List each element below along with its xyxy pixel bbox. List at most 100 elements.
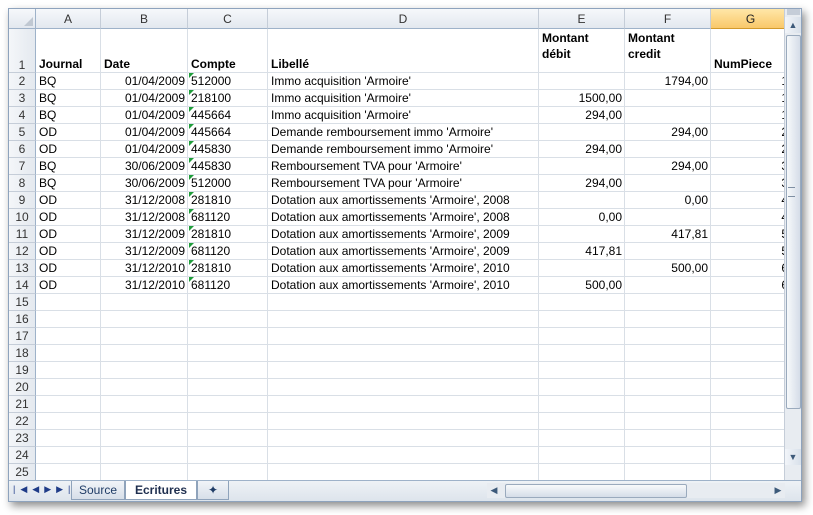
- cell-journal[interactable]: OD: [36, 141, 101, 158]
- cell-journal[interactable]: OD: [36, 124, 101, 141]
- row-header[interactable]: 3: [9, 90, 36, 107]
- cell-credit[interactable]: 294,00: [625, 124, 711, 141]
- header-cell-debit[interactable]: Montant débit: [539, 29, 625, 73]
- column-header-f[interactable]: F: [625, 9, 711, 29]
- column-header-b[interactable]: B: [101, 9, 188, 29]
- number-as-text-indicator[interactable]: [189, 141, 194, 146]
- cell-compte[interactable]: 681120: [188, 277, 268, 294]
- row-header[interactable]: 25: [9, 464, 36, 481]
- cell-compte[interactable]: 445664: [188, 107, 268, 124]
- cell-date[interactable]: 31/12/2008: [101, 209, 188, 226]
- cell-debit[interactable]: [539, 73, 625, 90]
- cell-numpiece[interactable]: 5: [711, 226, 785, 243]
- row-header[interactable]: 10: [9, 209, 36, 226]
- row-header[interactable]: 16: [9, 311, 36, 328]
- header-cell-libelle[interactable]: Libellé: [268, 29, 539, 73]
- cell-numpiece[interactable]: 5: [711, 243, 785, 260]
- row-header[interactable]: 11: [9, 226, 36, 243]
- row-header[interactable]: 5: [9, 124, 36, 141]
- row-header[interactable]: 21: [9, 396, 36, 413]
- insert-sheet-icon[interactable]: ✦: [197, 481, 229, 500]
- cell-libelle[interactable]: Dotation aux amortissements 'Armoire', 2…: [268, 277, 539, 294]
- cell-credit[interactable]: 417,81: [625, 226, 711, 243]
- cell-date[interactable]: 01/04/2009: [101, 141, 188, 158]
- cell-debit[interactable]: 0,00: [539, 209, 625, 226]
- cell-compte[interactable]: 281810: [188, 260, 268, 277]
- header-cell-compte[interactable]: Compte: [188, 29, 268, 73]
- column-header-g[interactable]: G: [711, 9, 785, 29]
- horizontal-scrollbar[interactable]: ◀ ▶: [487, 483, 785, 498]
- cell-numpiece[interactable]: 6: [711, 277, 785, 294]
- cell-debit[interactable]: 294,00: [539, 141, 625, 158]
- number-as-text-indicator[interactable]: [189, 175, 194, 180]
- cell-numpiece[interactable]: 1: [711, 73, 785, 90]
- worksheet-grid[interactable]: A B C D E F G 1 2 3 4 5 6 7 8 9 10 11 12 13 14 15 16 17 18 19 20 21…: [9, 9, 785, 481]
- cell-numpiece[interactable]: 2: [711, 141, 785, 158]
- split-handle[interactable]: [787, 9, 800, 15]
- row-header[interactable]: 17: [9, 328, 36, 345]
- number-as-text-indicator[interactable]: [189, 243, 194, 248]
- cell-compte[interactable]: 281810: [188, 192, 268, 209]
- scroll-right-icon[interactable]: ▶: [771, 483, 785, 498]
- prev-sheet-icon[interactable]: ◀: [32, 484, 44, 494]
- cell-numpiece[interactable]: 1: [711, 107, 785, 124]
- row-header[interactable]: 12: [9, 243, 36, 260]
- row-header[interactable]: 14: [9, 277, 36, 294]
- cell-date[interactable]: 01/04/2009: [101, 73, 188, 90]
- column-header-e[interactable]: E: [539, 9, 625, 29]
- number-as-text-indicator[interactable]: [189, 73, 194, 78]
- cell-credit[interactable]: 1794,00: [625, 73, 711, 90]
- cell-date[interactable]: 31/12/2010: [101, 260, 188, 277]
- cell-compte[interactable]: 681120: [188, 209, 268, 226]
- cell-libelle[interactable]: Remboursement TVA pour 'Armoire': [268, 158, 539, 175]
- cell-debit[interactable]: [539, 158, 625, 175]
- number-as-text-indicator[interactable]: [189, 90, 194, 95]
- number-as-text-indicator[interactable]: [189, 158, 194, 163]
- cell-debit[interactable]: 417,81: [539, 243, 625, 260]
- row-header[interactable]: 23: [9, 430, 36, 447]
- cell-journal[interactable]: OD: [36, 226, 101, 243]
- scroll-left-icon[interactable]: ◀: [487, 483, 501, 498]
- cell-libelle[interactable]: Dotation aux amortissements 'Armoire', 2…: [268, 243, 539, 260]
- number-as-text-indicator[interactable]: [189, 260, 194, 265]
- cell-credit[interactable]: 294,00: [625, 158, 711, 175]
- cell-debit[interactable]: 294,00: [539, 175, 625, 192]
- row-header[interactable]: 24: [9, 447, 36, 464]
- cell-credit[interactable]: [625, 277, 711, 294]
- row-header[interactable]: 1: [9, 29, 36, 73]
- cell-debit[interactable]: 294,00: [539, 107, 625, 124]
- cell-date[interactable]: 31/12/2008: [101, 192, 188, 209]
- number-as-text-indicator[interactable]: [189, 277, 194, 282]
- cell-date[interactable]: 01/04/2009: [101, 124, 188, 141]
- vertical-scroll-thumb[interactable]: [786, 35, 801, 409]
- column-header-c[interactable]: C: [188, 9, 268, 29]
- next-sheet-icon[interactable]: ▶: [44, 484, 56, 494]
- number-as-text-indicator[interactable]: [189, 107, 194, 112]
- cell-credit[interactable]: 500,00: [625, 260, 711, 277]
- cell-credit[interactable]: [625, 175, 711, 192]
- cell-date[interactable]: 30/06/2009: [101, 175, 188, 192]
- cell-journal[interactable]: OD: [36, 209, 101, 226]
- row-header[interactable]: 8: [9, 175, 36, 192]
- tab-source[interactable]: Source: [71, 481, 125, 500]
- cell-compte[interactable]: 281810: [188, 226, 268, 243]
- cell-journal[interactable]: BQ: [36, 107, 101, 124]
- header-cell-numpiece[interactable]: NumPiece: [711, 29, 785, 73]
- cell-compte[interactable]: 681120: [188, 243, 268, 260]
- scroll-down-icon[interactable]: ▼: [785, 449, 801, 465]
- row-header[interactable]: 13: [9, 260, 36, 277]
- cell-debit[interactable]: [539, 192, 625, 209]
- cell-credit[interactable]: [625, 209, 711, 226]
- cell-journal[interactable]: OD: [36, 277, 101, 294]
- cell-numpiece[interactable]: 3: [711, 175, 785, 192]
- cell-libelle[interactable]: Immo acquisition 'Armoire': [268, 90, 539, 107]
- cell-libelle[interactable]: Dotation aux amortissements 'Armoire', 2…: [268, 209, 539, 226]
- cell-numpiece[interactable]: 1: [711, 90, 785, 107]
- cell-compte[interactable]: 445830: [188, 158, 268, 175]
- number-as-text-indicator[interactable]: [189, 124, 194, 129]
- cell-libelle[interactable]: Remboursement TVA pour 'Armoire': [268, 175, 539, 192]
- cell-journal[interactable]: BQ: [36, 73, 101, 90]
- cell-debit[interactable]: [539, 226, 625, 243]
- cell-journal[interactable]: OD: [36, 243, 101, 260]
- cell-numpiece[interactable]: 3: [711, 158, 785, 175]
